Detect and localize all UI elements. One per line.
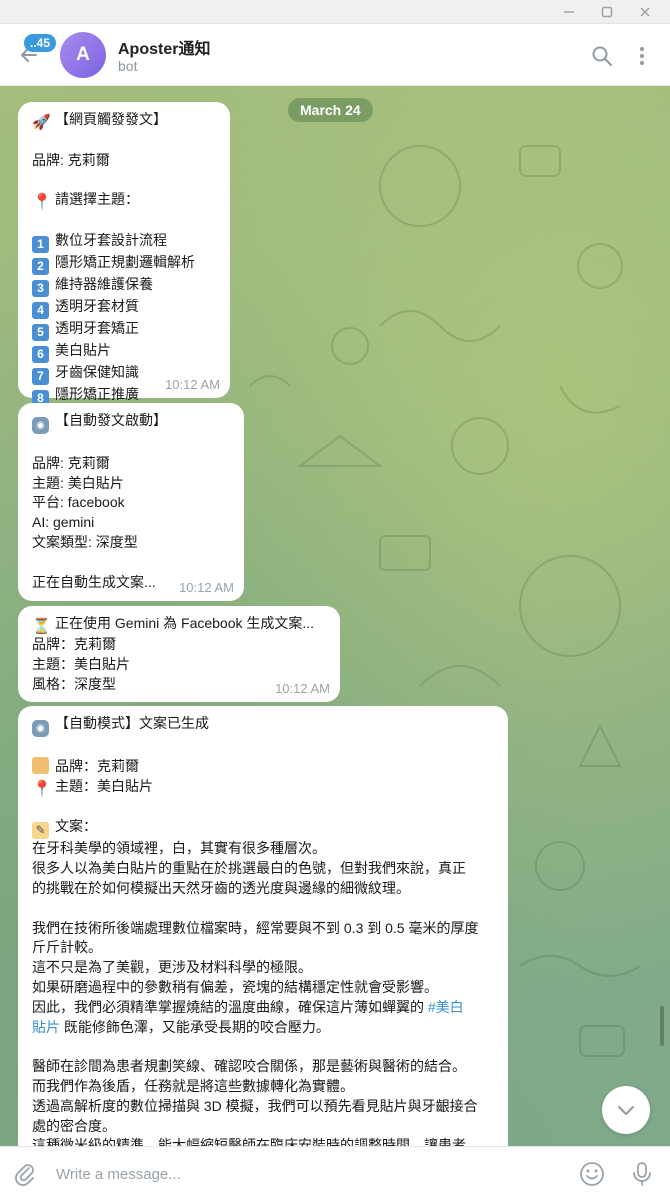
pin-icon: 📍 (32, 780, 52, 798)
message-line: 而我們作為後盾，任務就是將這些數據轉化為實體。 (32, 1077, 354, 1094)
keycap-7-icon: 7 (32, 368, 49, 386)
avatar[interactable]: A (60, 32, 106, 78)
message-line (32, 737, 494, 757)
message-line: 主題：美白貼片 (32, 655, 130, 672)
message-line: 📍 請選擇主題： (32, 191, 139, 212)
message-line: 主題: 美白貼片 (32, 474, 124, 491)
hashtag-link[interactable]: 貼片 (32, 1019, 60, 1035)
message-line: ◉ 【自動發文啟動】 (32, 411, 230, 434)
message-bubble[interactable]: ◉ 【自動模式】文案已生成 品牌：克莉爾 📍 主題：美白貼片 ✎ 文案： 在牙科美學的… (18, 706, 508, 1146)
chat-title[interactable]: Aposter通知 (118, 35, 210, 59)
hourglass-icon: ⏳ (32, 618, 51, 635)
message-line: 貼片 既能修飾色澤，又能承受長期的咬合壓力。 (32, 1018, 330, 1035)
message-line: 平台: facebook (32, 494, 125, 511)
microphone-icon[interactable] (628, 1160, 656, 1188)
window-titlebar (0, 0, 670, 24)
message-line: 這種微米級的精準，能大幅縮短醫師在臨床安裝時的調整時間，讓患者 (32, 1137, 466, 1146)
message-bubble[interactable]: ◉ 【自動發文啟動】 品牌: 克莉爾 主題: 美白貼片 平台: facebook … (18, 403, 244, 601)
hashtag-link[interactable]: #美白 (428, 999, 464, 1015)
message-line: 📍 主題：美白貼片 (32, 777, 153, 798)
chat-area[interactable]: March 24 🚀 【網頁觸發發文】 品牌: 克莉爾 📍 請選擇主題： 1 數位牙套… (0, 86, 670, 1146)
robot-icon: ◉ (32, 417, 49, 434)
pin-icon: 📍 (32, 194, 52, 212)
message-line: 斤斤計較。 (32, 939, 102, 956)
message-line: 品牌: 克莉爾 (32, 151, 110, 168)
message-line: ⏳ 正在使用 Gemini 為 Facebook 生成文案... (32, 615, 315, 635)
message-line: 處的密合度。 (32, 1117, 116, 1134)
message-line (32, 211, 216, 231)
rocket-icon: 🚀 (32, 114, 51, 131)
message-line: 如果研磨過程中的參數稍有偏差，瓷塊的結構穩定性就會受影響。 (32, 978, 438, 995)
message-composer (0, 1146, 670, 1200)
message-line: ◉ 【自動模式】文案已生成 (32, 714, 494, 737)
message-input[interactable] (56, 1159, 556, 1189)
close-icon[interactable] (622, 0, 668, 24)
emoji-icon[interactable] (578, 1160, 606, 1188)
message-line: 文案類型: 深度型 (32, 533, 138, 550)
message-line: 5 透明牙套矯正 (32, 319, 216, 342)
date-separator: March 24 (288, 98, 373, 122)
message-line: 3 維持器維護保養 (32, 275, 216, 298)
message-line: 醫師在診間為患者規劃笑線、確認咬合關係，那是藝術與醫術的結合。 (32, 1058, 466, 1075)
message-line: 的挑戰在於如何模擬出天然牙齒的透光度與邊緣的細微紋理。 (32, 879, 410, 896)
scrollbar-thumb[interactable] (660, 1006, 664, 1046)
message-time: 10:12 AM (275, 681, 330, 696)
message-line: 透過高解析度的數位掃描與 3D 模擬，我們可以預先看見貼片與牙齦接合 (32, 1097, 478, 1114)
message-line: 品牌: 克莉爾 (32, 454, 110, 471)
message-line (32, 434, 230, 454)
message-line: 這不只是為了美觀，更涉及材料科學的極限。 (32, 959, 312, 976)
chevron-down-icon (618, 1106, 634, 1115)
message-line (32, 553, 230, 573)
keycap-5-icon: 5 (32, 324, 49, 342)
chat-header: ..45 A Aposter通知 bot (0, 24, 670, 86)
paperclip-icon[interactable] (12, 1161, 38, 1187)
message-line: 4 透明牙套材質 (32, 297, 216, 320)
message-line: 6 美白貼片 (32, 341, 216, 364)
message-line (32, 171, 216, 191)
memo-icon: ✎ (32, 822, 49, 840)
keycap-1-icon: 1 (32, 236, 49, 254)
keycap-4-icon: 4 (32, 302, 49, 320)
message-time: 10:12 AM (179, 580, 234, 595)
message-line: 2 隱形矯正規劃邏輯解析 (32, 253, 216, 276)
message-line: 1 數位牙套設計流程 (32, 231, 216, 254)
message-line: 在牙科美學的領域裡，白，其實有很多種層次。 (32, 840, 326, 857)
message-line: 品牌：克莉爾 (32, 756, 494, 777)
message-line (32, 899, 494, 919)
more-vertical-icon[interactable] (630, 44, 654, 68)
message-line: 因此，我們必須精準掌握燒結的溫度曲線，確保這片薄如蟬翼的 #美白 (32, 998, 464, 1015)
message-line (32, 131, 216, 151)
message-line: 我們在技術所後端處理數位檔案時，經常要與不到 0.3 到 0.5 毫米的厚度 (32, 919, 479, 936)
message-bubble[interactable]: ⏳ 正在使用 Gemini 為 Facebook 生成文案... 品牌：克莉爾 主… (18, 606, 340, 702)
message-time: 10:12 AM (165, 377, 220, 392)
message-line: ✎ 文案： (32, 817, 494, 840)
message-line: 很多人以為美白貼片的重點在於挑選最白的色號，但對我們來說，真正 (32, 860, 466, 877)
message-line (32, 798, 494, 818)
keycap-2-icon: 2 (32, 258, 49, 276)
keycap-6-icon: 6 (32, 346, 49, 364)
message-bubble[interactable]: 🚀 【網頁觸發發文】 品牌: 克莉爾 📍 請選擇主題： 1 數位牙套設計流程 2 隱形矯… (18, 102, 230, 408)
label-tag-icon (32, 756, 49, 774)
scroll-to-bottom-button[interactable] (602, 1086, 650, 1134)
message-line: 🚀 【網頁觸發發文】 (32, 111, 167, 131)
keycap-3-icon: 3 (32, 280, 49, 298)
message-line: 品牌：克莉爾 (32, 636, 116, 652)
search-icon[interactable] (590, 44, 614, 68)
robot-icon: ◉ (32, 720, 49, 737)
chat-subtitle: bot (118, 58, 138, 74)
message-line: AI: gemini (32, 514, 95, 531)
message-line (32, 1037, 494, 1057)
unread-count-badge: ..45 (24, 34, 57, 52)
